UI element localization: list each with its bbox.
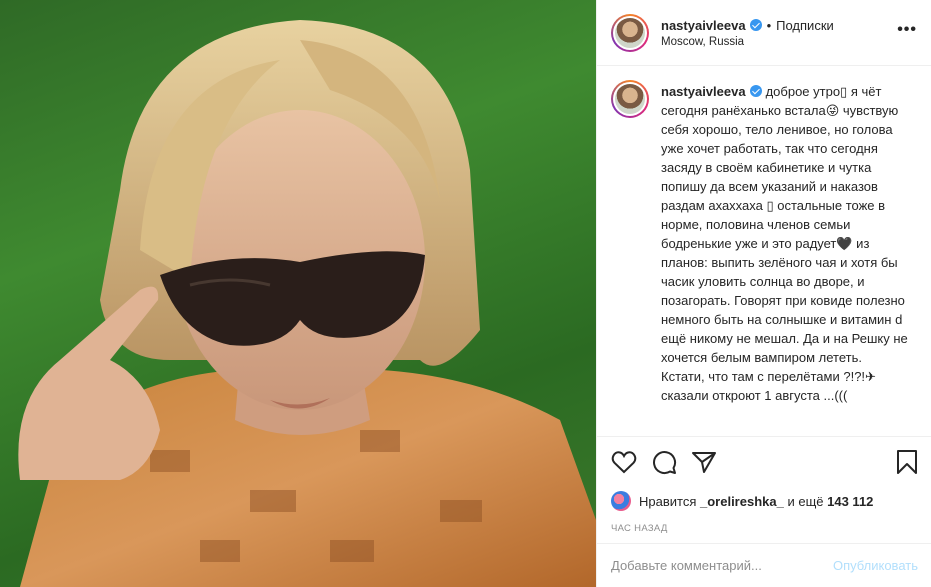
verified-icon bbox=[749, 19, 762, 31]
post-actions: Нравится _orelireshka_ и ещё 143 112 ЧАС… bbox=[597, 436, 931, 534]
comments-area[interactable]: nastyaivleeva доброе утро▯ я чёт сегодня … bbox=[597, 66, 931, 436]
share-icon[interactable] bbox=[691, 450, 717, 474]
comment-input[interactable] bbox=[611, 558, 833, 573]
caption-avatar[interactable] bbox=[611, 80, 649, 118]
post-caption: nastyaivleeva доброе утро▯ я чёт сегодня … bbox=[611, 80, 917, 405]
photo-illustration bbox=[18, 20, 596, 587]
caption-username[interactable]: nastyaivleeva bbox=[661, 84, 746, 99]
post-location[interactable]: Moscow, Russia bbox=[661, 36, 897, 48]
publish-button[interactable]: Опубликовать bbox=[833, 558, 918, 573]
heart-icon[interactable] bbox=[611, 450, 637, 474]
post-side-panel: nastyaivleeva • Подписки Moscow, Russia … bbox=[596, 0, 931, 587]
author-username[interactable]: nastyaivleeva bbox=[661, 18, 746, 33]
post-photo[interactable] bbox=[0, 0, 596, 587]
likes-count[interactable]: 143 112 bbox=[827, 494, 873, 509]
liker-username[interactable]: _orelireshka_ bbox=[700, 494, 784, 509]
liker-avatar[interactable] bbox=[611, 491, 631, 511]
likes-conjunction: и ещё bbox=[787, 493, 824, 509]
post-timestamp[interactable]: ЧАС НАЗАД bbox=[611, 523, 918, 534]
post-header: nastyaivleeva • Подписки Moscow, Russia … bbox=[597, 0, 931, 66]
more-icon[interactable]: ••• bbox=[897, 21, 917, 39]
action-icons bbox=[611, 447, 918, 477]
separator-dot: • bbox=[766, 17, 772, 33]
likes-prefix: Нравится bbox=[639, 493, 697, 509]
verified-icon bbox=[749, 85, 762, 97]
instagram-post-modal: nastyaivleeva • Подписки Moscow, Russia … bbox=[0, 0, 931, 587]
author-avatar[interactable] bbox=[611, 13, 649, 52]
author-info: nastyaivleeva • Подписки Moscow, Russia bbox=[661, 18, 897, 48]
likes-summary: Нравится _orelireshka_ и ещё 143 112 bbox=[611, 491, 918, 511]
caption-body: nastyaivleeva доброе утро▯ я чёт сегодня … bbox=[661, 82, 909, 405]
comment-icon[interactable] bbox=[651, 449, 677, 475]
caption-text: доброе утро▯ я чёт сегодня ранёханько вс… bbox=[661, 84, 912, 403]
following-button[interactable]: Подписки bbox=[776, 18, 834, 33]
add-comment-bar: Опубликовать bbox=[597, 543, 931, 587]
bookmark-icon[interactable] bbox=[896, 449, 918, 475]
